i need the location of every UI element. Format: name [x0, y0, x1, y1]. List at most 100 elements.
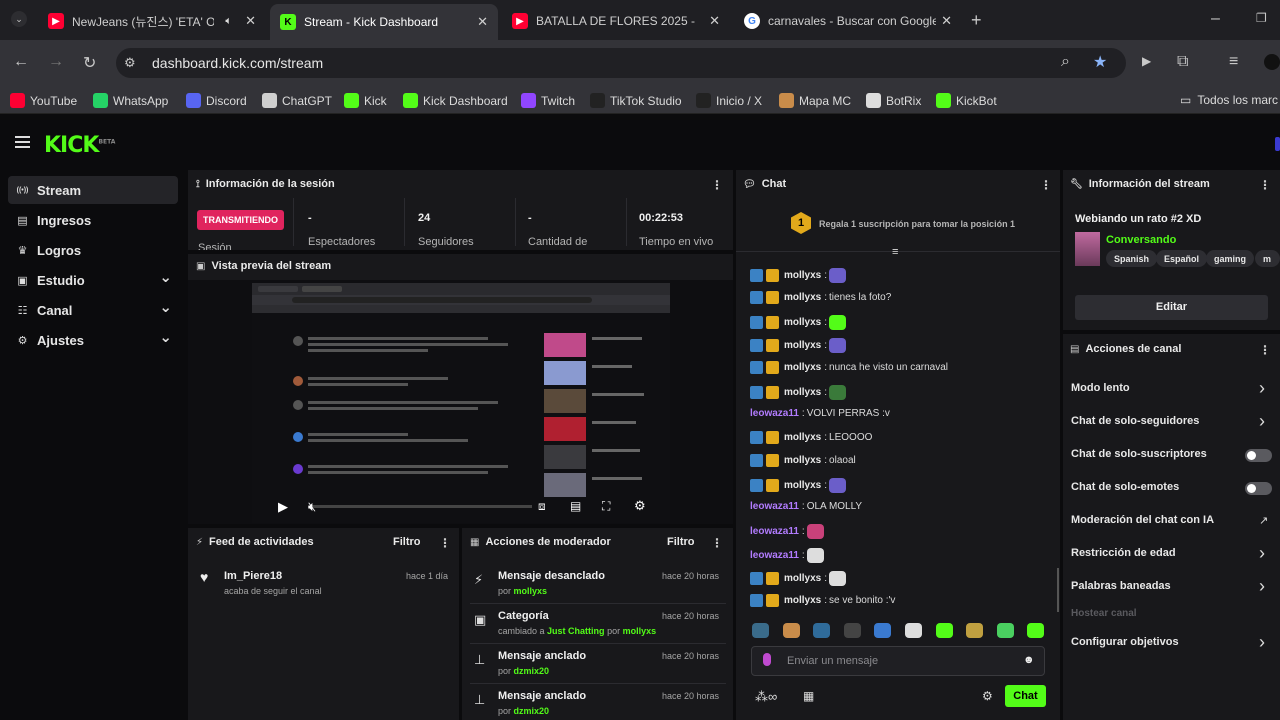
channel-action-label[interactable]: Chat de solo-emotes [1071, 481, 1179, 493]
chat-username[interactable]: mollyxs [784, 317, 821, 328]
fullscreen-icon[interactable]: ⛶ [602, 499, 610, 514]
chevron-right-icon[interactable]: › [1259, 543, 1265, 564]
chat-username[interactable]: leowaza11 [750, 550, 799, 561]
external-link-icon[interactable]: ↗ [1259, 514, 1268, 527]
channel-action-label[interactable]: Restricción de edad [1071, 547, 1176, 559]
sidebar-item-1[interactable]: ▤ Ingresos [8, 206, 178, 234]
speaker-icon[interactable]: 🔈︎ [225, 15, 232, 28]
chat-username[interactable]: mollyxs [784, 432, 821, 443]
session-menu-icon[interactable]: ⋮ [711, 178, 723, 192]
bookmark-4[interactable]: Kick [344, 93, 387, 108]
chat-username[interactable]: mollyxs [784, 270, 821, 281]
feed-menu-icon[interactable]: ⋮ [439, 536, 451, 550]
back-icon[interactable]: ← [13, 53, 29, 71]
emote-shortcut-icon[interactable] [935, 623, 953, 638]
bookmark-9[interactable]: Mapa MC [779, 93, 851, 108]
bookmark-0[interactable]: YouTube [10, 93, 77, 108]
chat-message[interactable]: leowaza11: VOLVI PERRAS :v [750, 408, 890, 419]
zoom-icon[interactable]: ⌕ [1061, 53, 1070, 71]
reload-icon[interactable]: ↻ [83, 53, 96, 73]
bookmark-5[interactable]: Kick Dashboard [403, 93, 508, 108]
chat-username[interactable]: mollyxs [784, 387, 821, 398]
sidebar-item-0[interactable]: ((•)) Stream [8, 176, 178, 204]
new-tab-icon[interactable]: + [971, 10, 982, 31]
chat-username[interactable]: leowaza11 [750, 526, 799, 537]
chat-username[interactable]: mollyxs [784, 573, 821, 584]
bookmark-3[interactable]: ChatGPT [262, 93, 332, 108]
channel-action-label[interactable]: Configurar objetivos [1071, 636, 1179, 648]
emote-shortcut-icon[interactable] [1027, 623, 1045, 638]
bookmark-11[interactable]: KickBot [936, 93, 997, 108]
close-icon[interactable]: ✕ [709, 13, 720, 29]
chat-message[interactable]: leowaza11: [750, 524, 824, 540]
chat-username[interactable]: mollyxs [784, 340, 821, 351]
chevron-right-icon[interactable]: › [1259, 576, 1265, 597]
chat-settings-icon[interactable]: ⚙ [982, 689, 993, 703]
mod-filter-button[interactable]: Filtro [667, 536, 695, 548]
bookmark-10[interactable]: BotRix [866, 93, 921, 108]
chat-username[interactable]: leowaza11 [750, 408, 799, 419]
feed-user[interactable]: Im_Piere18 [224, 570, 282, 582]
chat-username[interactable]: mollyxs [784, 480, 821, 491]
chat-menu-icon[interactable]: ⋮ [1040, 178, 1052, 192]
emote-shortcut-icon[interactable] [813, 623, 831, 638]
infinity-icon[interactable]: ⁂∞ [755, 689, 777, 705]
bookmark-2[interactable]: Discord [186, 93, 247, 108]
mute-icon[interactable]: 🔇︎ [308, 499, 316, 515]
stream-tag[interactable]: Español [1156, 250, 1208, 267]
emote-shortcut-icon[interactable] [966, 623, 984, 638]
bookmark-star-icon[interactable]: ★ [1093, 52, 1107, 72]
channel-action-label[interactable]: Moderación del chat con IA [1071, 514, 1214, 526]
mod-detail-user[interactable]: dzmix20 [514, 706, 550, 716]
channel-action-label[interactable]: Modo lento [1071, 382, 1130, 394]
tab-2[interactable]: ▶ BATALLA DE FLORES 2025 - Las ✕ [502, 6, 730, 36]
category-name[interactable]: Conversando [1106, 234, 1176, 246]
toggle-switch[interactable] [1245, 482, 1272, 495]
bookmark-8[interactable]: Inicio / X [696, 93, 762, 108]
chat-message[interactable]: mollyxs: [750, 268, 847, 283]
url-text[interactable]: dashboard.kick.com/stream [152, 55, 323, 71]
toggle-switch[interactable] [1245, 449, 1272, 462]
chat-username[interactable]: leowaza11 [750, 501, 799, 512]
mod-detail-user[interactable]: mollyxs [514, 586, 548, 596]
kick-logo[interactable]: KICKBETA [44, 133, 115, 158]
chevron-down-icon[interactable]: ≡ [892, 246, 898, 258]
bookmark-1[interactable]: WhatsApp [93, 93, 168, 108]
chat-message[interactable]: mollyxs: nunca he visto un carnaval [750, 361, 948, 375]
emote-shortcut-icon[interactable] [752, 623, 769, 638]
tab-0[interactable]: ▶ NewJeans (뉴진스) 'ETA' Offi 🔈︎ ✕ [38, 6, 266, 36]
chat-username[interactable]: mollyxs [784, 595, 821, 606]
chat-scrollbar[interactable] [1057, 568, 1059, 612]
mod-menu-icon[interactable]: ⋮ [711, 536, 723, 550]
chevron-right-icon[interactable]: › [1259, 411, 1265, 432]
emote-shortcut-icon[interactable] [843, 623, 861, 638]
send-chat-button[interactable]: Chat [1005, 685, 1046, 707]
bookmark-7[interactable]: TikTok Studio [590, 93, 682, 108]
tab-search-chevron-icon[interactable]: ⌄ [11, 11, 27, 27]
mod-detail-user[interactable]: dzmix20 [514, 666, 550, 676]
tab-3[interactable]: G carnavales - Buscar con Google ✕ [734, 6, 962, 36]
chevron-right-icon[interactable]: › [1259, 632, 1265, 653]
gift-icon[interactable]: ▦ [803, 689, 814, 703]
stream-preview-video[interactable]: ▶ 🔇︎ ⧈ ▤ ⛶ ⚙ [252, 283, 670, 523]
sidebar-item-5[interactable]: ⚙ Ajustes ⌄ [8, 326, 178, 354]
chat-message[interactable]: mollyxs: olaoal [750, 454, 856, 468]
all-bookmarks[interactable]: ▭ Todos los marc [1180, 93, 1278, 107]
mod-detail-user[interactable]: mollyxs [623, 626, 657, 636]
play-icon[interactable]: ▶ [278, 499, 288, 515]
minimize-icon[interactable]: – [1211, 10, 1220, 28]
tab-1[interactable]: K Stream - Kick Dashboard ✕ [270, 4, 498, 40]
chat-message[interactable]: mollyxs: se ve bonito :'v [750, 594, 895, 608]
channel-action-label[interactable]: Chat de solo-suscriptores [1071, 448, 1207, 460]
stream-tag[interactable]: Spanish [1106, 250, 1158, 267]
stream-info-menu-icon[interactable]: ⋮ [1259, 178, 1271, 192]
close-icon[interactable]: ✕ [477, 14, 488, 30]
extensions-icon[interactable]: ⧉ [1177, 53, 1188, 71]
settings-icon[interactable]: ⚙ [634, 498, 646, 514]
chat-message[interactable]: mollyxs: [750, 314, 847, 330]
menu-icon[interactable] [15, 136, 30, 151]
chat-message[interactable]: mollyxs: [750, 384, 847, 400]
channel-action-label[interactable]: Chat de solo-seguidores [1071, 415, 1199, 427]
chat-message[interactable]: mollyxs: [750, 337, 847, 353]
stream-tag[interactable]: m [1255, 250, 1280, 267]
